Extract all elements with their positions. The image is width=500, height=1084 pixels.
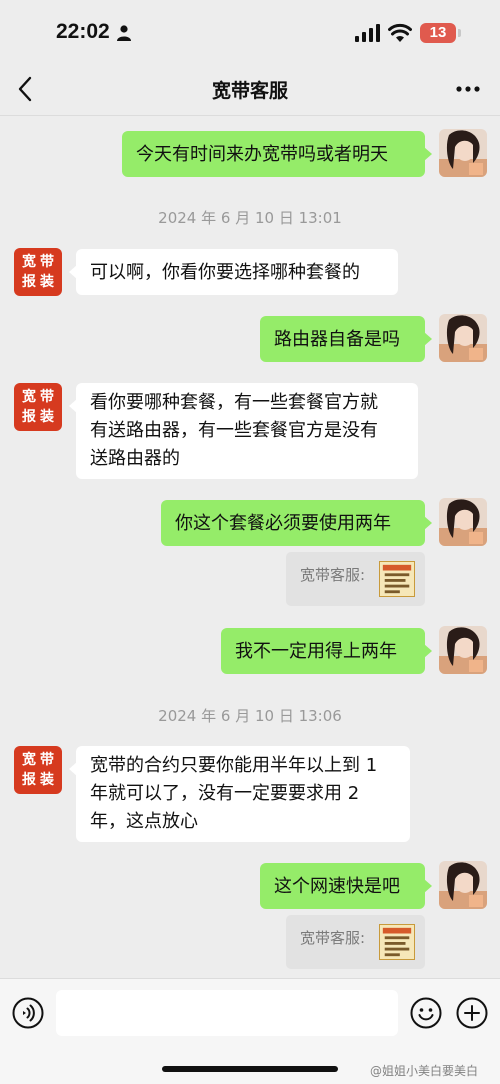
person-icon [117, 25, 131, 41]
incoming-message[interactable]: 可以啊，你看你要选择哪种套餐的 [69, 249, 398, 295]
message-text-line: 送路由器的 [90, 448, 180, 469]
quote-image-thumbnail[interactable] [379, 561, 415, 597]
service-avatar[interactable]: 宽带 报装 [14, 383, 62, 431]
user-avatar[interactable] [439, 626, 487, 674]
quote-label: 宽带客服: [300, 566, 366, 584]
message-text-line: 有送路由器，有一些套餐官方是没有 [90, 420, 378, 441]
message-text: 路由器自备是吗 [274, 329, 400, 350]
timestamp: 2024 年 6 月 10 日 13:01 [158, 209, 342, 227]
avatar-text-line2: 报装 [22, 772, 58, 788]
user-avatar-image [439, 861, 487, 909]
user-avatar[interactable] [439, 314, 487, 362]
message-text: 今天有时间来办宽带吗或者明天 [136, 144, 388, 165]
status-time: 22:02 [56, 20, 110, 43]
outgoing-message[interactable]: 我不一定用得上两年 [221, 628, 432, 674]
message-text-line: 宽带的合约只要你能用半年以上到 1 [90, 755, 378, 776]
battery-tip [458, 29, 461, 37]
message-text-line: 年，这点放心 [90, 811, 198, 832]
message-text: 这个网速快是吧 [274, 876, 400, 897]
service-avatar[interactable]: 宽带 报装 [14, 746, 62, 794]
message-text: 我不一定用得上两年 [235, 641, 397, 662]
chat-title: 宽带客服 [211, 80, 288, 102]
user-avatar[interactable] [439, 861, 487, 909]
outgoing-message[interactable]: 你这个套餐必须要使用两年 [161, 500, 432, 546]
outgoing-message[interactable]: 今天有时间来办宽带吗或者明天 [122, 131, 432, 177]
voice-input-icon[interactable] [12, 997, 44, 1029]
message-text: 你这个套餐必须要使用两年 [175, 513, 391, 534]
home-indicator[interactable] [162, 1066, 338, 1072]
service-avatar[interactable]: 宽带 报装 [14, 248, 62, 296]
message-text-line: 年就可以了，没有一定要要求用 2 [90, 783, 360, 804]
plus-icon[interactable] [456, 997, 488, 1029]
avatar-text-line1: 宽带 [22, 254, 58, 270]
incoming-message[interactable]: 看你要哪种套餐，有一些套餐官方就 有送路由器，有一些套餐官方是没有 送路由器的 [69, 383, 418, 479]
more-options-icon[interactable] [456, 86, 480, 92]
quoted-reply[interactable]: 宽带客服: [286, 915, 425, 969]
quote-label: 宽带客服: [300, 929, 366, 947]
avatar-text-line1: 宽带 [22, 389, 58, 405]
timestamp: 2024 年 6 月 10 日 13:06 [158, 707, 342, 725]
user-avatar-image [439, 314, 487, 362]
outgoing-message[interactable]: 这个网速快是吧 [260, 863, 432, 909]
wifi-icon [388, 23, 412, 42]
quoted-reply[interactable]: 宽带客服: [286, 552, 425, 606]
outgoing-message[interactable]: 路由器自备是吗 [260, 316, 432, 362]
avatar-text-line1: 宽带 [22, 752, 58, 768]
user-avatar-image [439, 626, 487, 674]
watermark: @姐姐小美白要美白 [370, 1064, 479, 1078]
user-avatar[interactable] [439, 129, 487, 177]
quote-image-thumbnail[interactable] [379, 924, 415, 960]
message-text-line: 看你要哪种套餐，有一些套餐官方就 [90, 392, 378, 413]
incoming-message[interactable]: 宽带的合约只要你能用半年以上到 1 年就可以了，没有一定要要求用 2 年，这点放… [69, 746, 410, 842]
message-text: 可以啊，你看你要选择哪种套餐的 [90, 262, 360, 283]
emoji-icon[interactable] [410, 997, 442, 1029]
avatar-text-line2: 报装 [22, 274, 58, 290]
user-avatar-image [439, 498, 487, 546]
message-input[interactable] [56, 990, 398, 1036]
nav-bar: 宽带客服 [0, 62, 500, 116]
avatar-text-line2: 报装 [22, 409, 58, 425]
signal-icon [355, 24, 380, 42]
status-bar: 22:02 13 [0, 0, 500, 62]
user-avatar-image [439, 129, 487, 177]
user-avatar[interactable] [439, 498, 487, 546]
battery-indicator: 13 [420, 23, 456, 43]
